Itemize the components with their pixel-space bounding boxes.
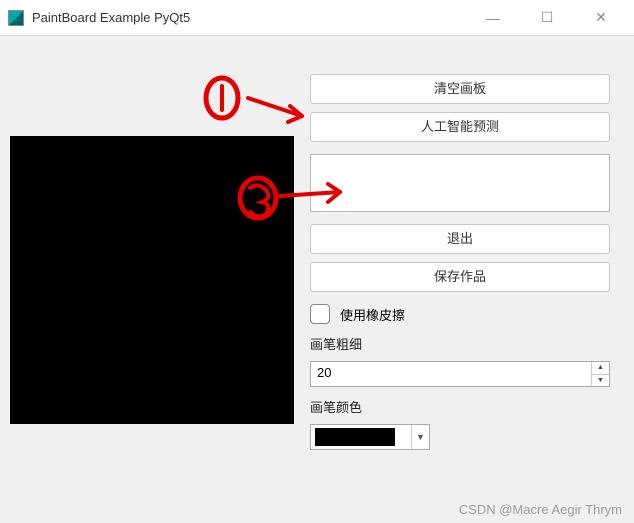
ai-predict-button[interactable]: 人工智能预测 [310,112,610,142]
color-combobox[interactable]: ▼ [310,424,430,450]
color-swatch [315,428,395,446]
eraser-checkbox[interactable] [310,304,330,324]
eraser-row: 使用橡皮擦 [310,304,610,324]
thickness-label: 画笔粗细 [310,334,610,353]
close-button[interactable]: ✕ [586,6,616,30]
chevron-down-icon[interactable]: ▼ [411,425,429,449]
minimize-button[interactable]: — [478,6,508,30]
titlebar: PaintBoard Example PyQt5 — ☐ ✕ [0,0,634,36]
window-controls: — ☐ ✕ [478,6,616,30]
controls-panel: 清空画板 人工智能预测 退出 保存作品 使用橡皮擦 画笔粗细 20 ▲ ▼ 画笔… [310,74,610,450]
clear-canvas-button[interactable]: 清空画板 [310,74,610,104]
color-label: 画笔颜色 [310,397,610,416]
eraser-label: 使用橡皮擦 [340,305,405,324]
maximize-button[interactable]: ☐ [532,6,562,30]
watermark: CSDN @Macre Aegir Thrym [459,502,622,517]
quit-button[interactable]: 退出 [310,224,610,254]
spin-buttons: ▲ ▼ [591,362,609,386]
spin-down-icon[interactable]: ▼ [592,375,609,387]
paint-canvas[interactable] [10,136,294,424]
prediction-output [310,154,610,212]
save-button[interactable]: 保存作品 [310,262,610,292]
client-area: 清空画板 人工智能预测 退出 保存作品 使用橡皮擦 画笔粗细 20 ▲ ▼ 画笔… [0,36,634,523]
app-icon [8,10,24,26]
thickness-spinbox[interactable]: 20 ▲ ▼ [310,361,610,387]
thickness-value[interactable]: 20 [311,362,591,386]
spin-up-icon[interactable]: ▲ [592,362,609,375]
window-title: PaintBoard Example PyQt5 [32,10,478,25]
